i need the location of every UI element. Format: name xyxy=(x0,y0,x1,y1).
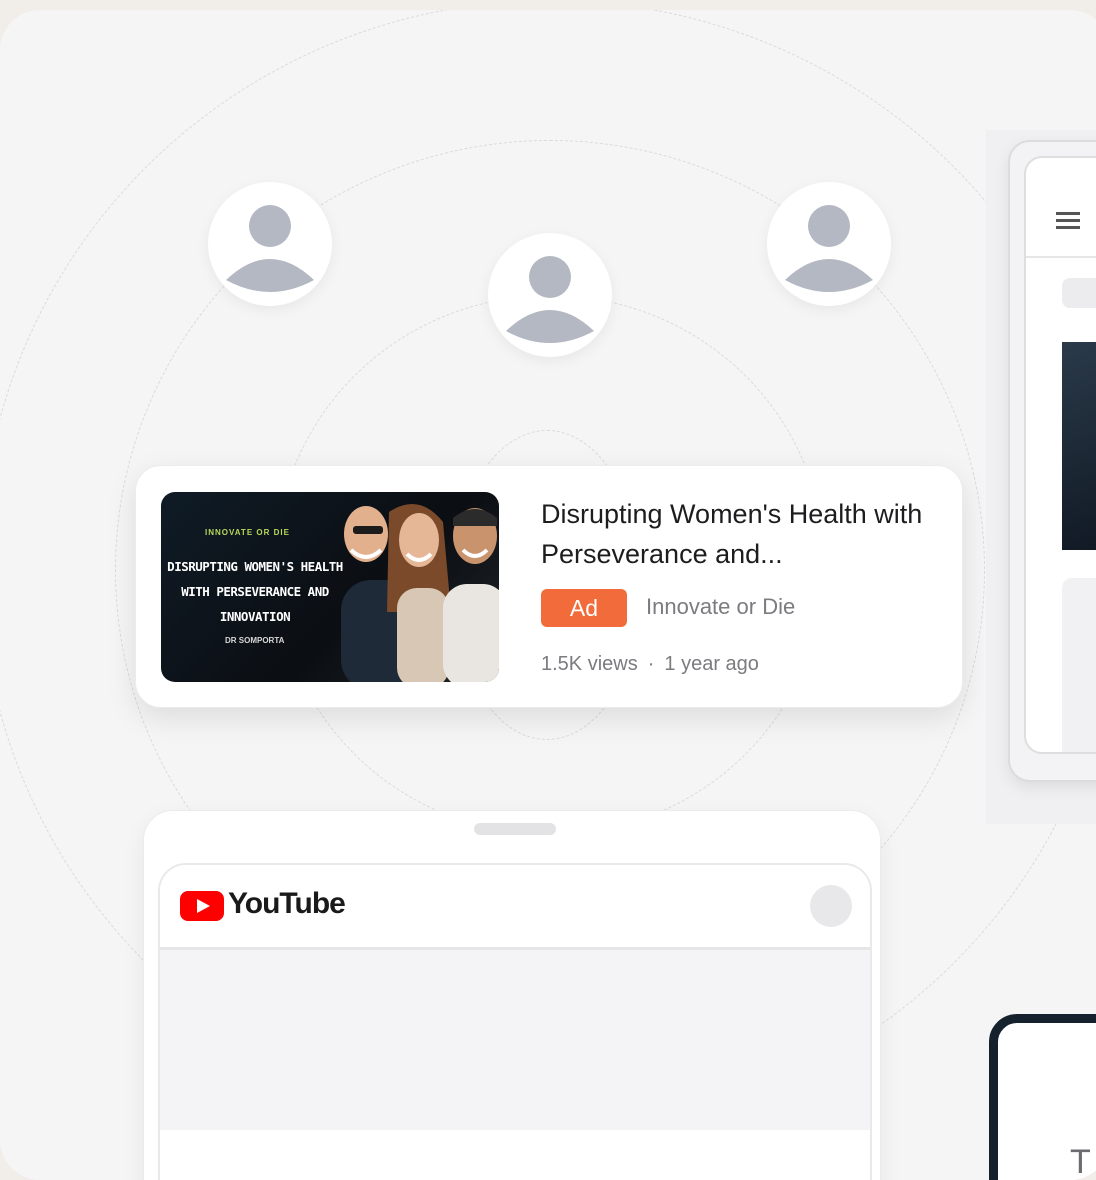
user-avatar-center xyxy=(488,233,612,357)
ad-channel-name[interactable]: Innovate or Die xyxy=(646,594,795,620)
ad-video-title[interactable]: Disrupting Women's Health with Persevera… xyxy=(541,494,931,574)
video-thumbnail[interactable]: INNOVATE OR DIE DISRUPTING WOMEN'S HEALT… xyxy=(161,492,499,682)
hamburger-menu-icon[interactable] xyxy=(1056,212,1080,233)
youtube-content-placeholder xyxy=(160,950,870,1130)
dark-device-frame: T xyxy=(989,1014,1096,1180)
youtube-header: YouTube xyxy=(160,865,870,950)
user-avatar-right xyxy=(767,182,891,306)
ad-meta: 1.5K views · 1 year ago xyxy=(541,653,759,676)
side-video-thumbnail[interactable] xyxy=(1062,342,1096,550)
account-avatar[interactable] xyxy=(810,885,852,927)
meta-separator: · xyxy=(647,653,655,675)
ad-views: 1.5K views xyxy=(541,653,638,675)
youtube-logo-icon[interactable] xyxy=(180,891,224,921)
thumbnail-people-illustration xyxy=(341,504,499,682)
side-content-card xyxy=(1062,578,1096,752)
side-header-divider xyxy=(1026,256,1096,258)
ad-age: 1 year ago xyxy=(664,653,759,675)
dark-device-peek-text: T xyxy=(1070,1143,1091,1180)
user-icon xyxy=(506,256,594,343)
user-avatar-left xyxy=(208,182,332,306)
background-canvas: INNOVATE OR DIE DISRUPTING WOMEN'S HEALT… xyxy=(0,10,1096,1180)
user-icon xyxy=(785,205,873,292)
youtube-wordmark[interactable]: YouTube xyxy=(228,887,346,921)
video-ad-card[interactable]: INNOVATE OR DIE DISRUPTING WOMEN'S HEALT… xyxy=(135,465,963,708)
side-device-screen xyxy=(1024,156,1096,754)
user-icon xyxy=(226,205,314,292)
phone-screen: YouTube xyxy=(158,863,872,1180)
side-device-panel xyxy=(986,130,1096,824)
ad-badge: Ad xyxy=(541,589,627,627)
phone-handle xyxy=(474,823,556,835)
side-search-placeholder xyxy=(1062,278,1096,308)
phone-mockup: YouTube xyxy=(143,810,881,1180)
side-device-frame xyxy=(1008,140,1096,782)
